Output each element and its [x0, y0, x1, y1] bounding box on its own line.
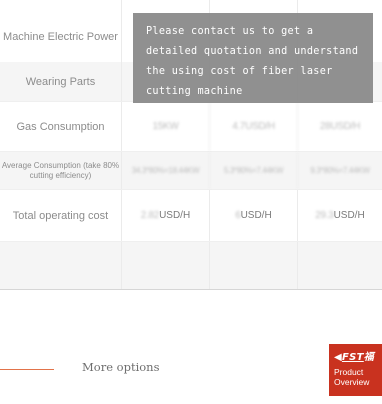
row-label: Gas Consumption	[0, 102, 122, 151]
row-label: Total operating cost	[0, 190, 122, 241]
table-cell: 15KW	[122, 102, 210, 151]
table-cell: 5.3*80%=7.44KW	[210, 152, 298, 189]
table-cell	[210, 242, 298, 289]
cost-unit: USD/H	[333, 210, 365, 221]
cost-number: 29.3	[315, 210, 334, 221]
table-cell: 2.82 USD/H	[122, 190, 210, 241]
brand-logo: ◀FST福	[334, 348, 382, 363]
table-row-empty	[0, 242, 382, 289]
table-cell: 28USD/H	[319, 121, 361, 132]
cost-number: 6	[235, 210, 241, 221]
brand-latin: FST	[342, 352, 364, 363]
cost-unit: USD/H	[240, 210, 272, 221]
product-overview-button[interactable]: ◀FST福 Product Overview	[329, 344, 382, 396]
table-cell: 34.3*80%=18.44KW	[122, 152, 210, 189]
table-row-total-operating-cost: Total operating cost 2.82 USD/H 6 USD/H 29…	[0, 190, 382, 242]
table-cell: 6 USD/H	[210, 190, 298, 241]
table-row-average-consumption: Average Consumption (take 80% cutting ef…	[0, 152, 382, 190]
table-bottom-divider	[0, 289, 382, 290]
table-cell	[122, 242, 210, 289]
contact-quotation-overlay[interactable]: Please contact us to get a detailed quot…	[133, 13, 373, 103]
row-label: Average Consumption (take 80% cutting ef…	[0, 152, 122, 189]
row-label	[0, 242, 122, 289]
table-cell: 9.3*80%=7.44KW	[310, 165, 370, 175]
table-cell: 29.3 USD/H	[298, 190, 382, 241]
table-row-gas-consumption: Gas Consumption 15KW 4.7USD/H 28USD/H	[0, 102, 382, 152]
row-label: Wearing Parts	[0, 62, 122, 101]
brand-cjk: 福	[363, 352, 375, 363]
logo-arrow-icon: ◀	[334, 352, 342, 363]
table-cell: 4.7USD/H	[210, 102, 298, 151]
badge-label-overview: Overview	[334, 376, 370, 387]
cost-unit: USD/H	[159, 210, 191, 221]
table-cell	[298, 242, 382, 289]
cost-number: 2.82	[140, 210, 160, 221]
accent-divider	[0, 369, 54, 370]
more-options-link[interactable]: More options	[82, 360, 159, 374]
